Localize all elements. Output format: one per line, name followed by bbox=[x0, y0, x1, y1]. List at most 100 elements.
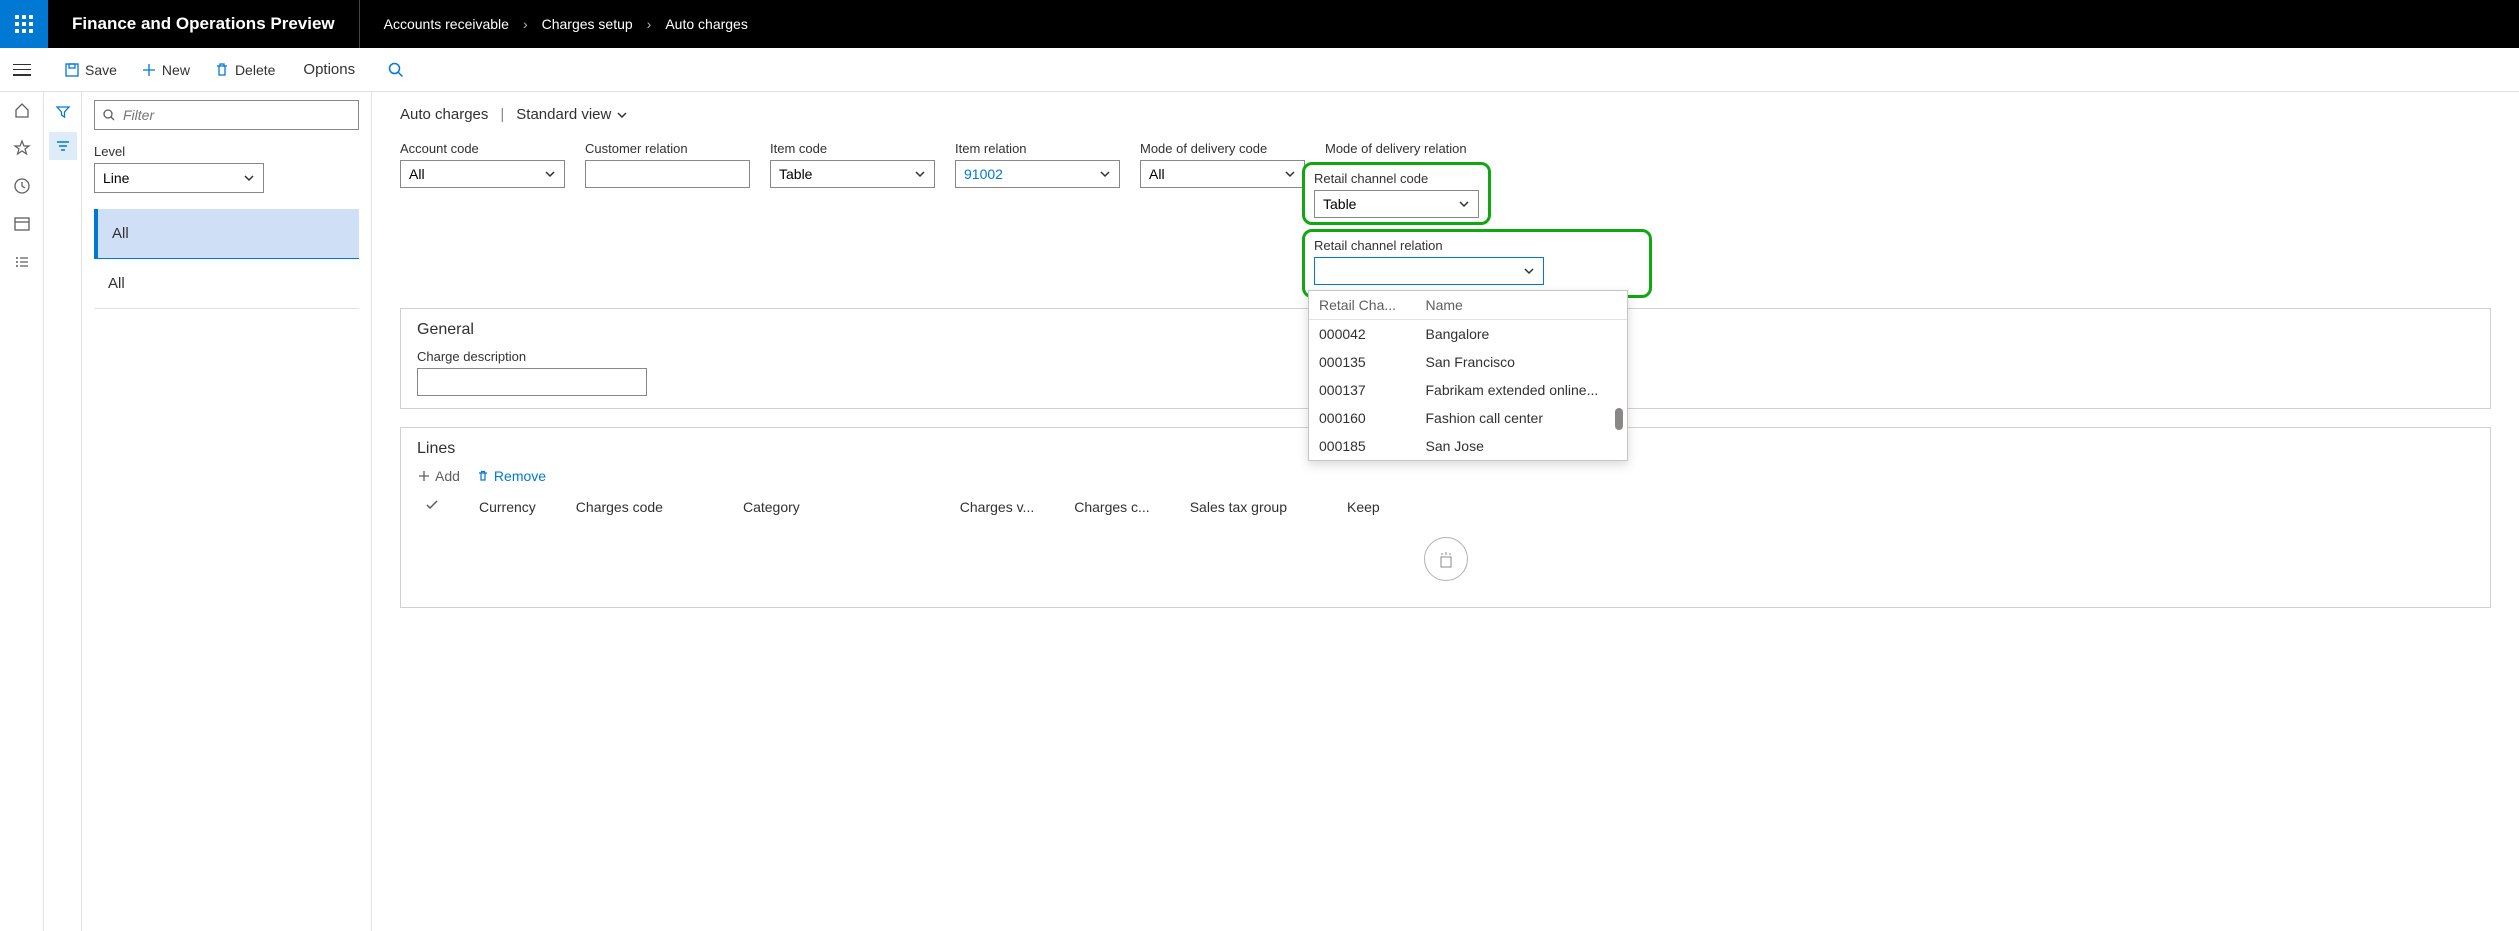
col-charges-c[interactable]: Charges c... bbox=[1074, 499, 1149, 515]
remove-line-button[interactable]: Remove bbox=[476, 468, 546, 484]
search-icon bbox=[387, 61, 405, 79]
customer-relation-label: Customer relation bbox=[585, 141, 750, 156]
app-launcher-button[interactable] bbox=[0, 0, 48, 48]
content-header: Auto charges | Standard view bbox=[400, 106, 2491, 123]
breadcrumb-item[interactable]: Charges setup bbox=[542, 16, 633, 32]
dropdown-cell-code: 000135 bbox=[1309, 348, 1415, 376]
favorites-button[interactable] bbox=[12, 138, 32, 158]
account-code-select[interactable]: All bbox=[400, 160, 565, 188]
main-layout: Level Line All All Auto charges | Standa… bbox=[0, 92, 2519, 931]
filter-input[interactable] bbox=[94, 100, 359, 130]
level-select[interactable]: Line bbox=[94, 163, 264, 193]
add-line-button[interactable]: Add bbox=[417, 468, 460, 484]
lines-grid-header: Currency Charges code Category Charges v… bbox=[417, 494, 2474, 523]
col-category[interactable]: Category bbox=[743, 499, 800, 515]
dropdown-cell-code: 000185 bbox=[1309, 432, 1415, 460]
record-list: All All bbox=[94, 209, 359, 309]
col-sales-tax-group[interactable]: Sales tax group bbox=[1190, 499, 1287, 515]
view-selector[interactable]: Standard view bbox=[516, 106, 628, 123]
retail-channel-dropdown: Retail Cha... Name 000042Bangalore000135… bbox=[1308, 290, 1628, 461]
top-bar: Finance and Operations Preview Accounts … bbox=[0, 0, 2519, 48]
recent-button[interactable] bbox=[12, 176, 32, 196]
dropdown-row[interactable]: 000135San Francisco bbox=[1309, 348, 1627, 376]
workspace-icon bbox=[13, 215, 31, 233]
dropdown-row[interactable]: 000042Bangalore bbox=[1309, 320, 1627, 349]
filter-rail bbox=[44, 92, 82, 931]
empty-icon bbox=[1424, 537, 1468, 581]
list-item[interactable]: All bbox=[94, 259, 359, 309]
breadcrumb-item[interactable]: Accounts receivable bbox=[384, 16, 509, 32]
breadcrumb-item[interactable]: Auto charges bbox=[665, 16, 748, 32]
charge-description-input[interactable] bbox=[417, 368, 647, 396]
account-code-label: Account code bbox=[400, 141, 565, 156]
trash-icon bbox=[214, 62, 230, 78]
trash-icon bbox=[476, 469, 490, 483]
content-pane: Auto charges | Standard view Account cod… bbox=[372, 92, 2519, 931]
customer-relation-input[interactable] bbox=[585, 160, 750, 188]
item-code-label: Item code bbox=[770, 141, 935, 156]
col-currency[interactable]: Currency bbox=[479, 499, 536, 515]
mode-of-delivery-code-select[interactable]: All bbox=[1140, 160, 1305, 188]
filter-list-button[interactable] bbox=[49, 132, 77, 160]
dropdown-cell-name: Bangalore bbox=[1415, 320, 1627, 349]
workspaces-button[interactable] bbox=[12, 214, 32, 234]
action-toolbar: Save New Delete Options bbox=[0, 48, 2519, 92]
col-charges-code[interactable]: Charges code bbox=[576, 499, 663, 515]
save-button[interactable]: Save bbox=[52, 48, 129, 91]
navigation-rail bbox=[0, 92, 44, 931]
dropdown-cell-name: Fashion call center bbox=[1415, 404, 1627, 432]
dropdown-cell-name: San Jose bbox=[1415, 432, 1627, 460]
dropdown-col-code[interactable]: Retail Cha... bbox=[1309, 291, 1415, 320]
dropdown-row[interactable]: 000160Fashion call center bbox=[1309, 404, 1627, 432]
chevron-right-icon: › bbox=[523, 16, 528, 32]
dropdown-cell-code: 000137 bbox=[1309, 376, 1415, 404]
check-icon[interactable] bbox=[425, 498, 439, 515]
list-panel: Level Line All All bbox=[82, 92, 372, 931]
dropdown-cell-name: Fabrikam extended online... bbox=[1415, 376, 1627, 404]
save-icon bbox=[64, 62, 80, 78]
filter-funnel-button[interactable] bbox=[49, 98, 77, 126]
breadcrumb: Accounts receivable › Charges setup › Au… bbox=[360, 16, 772, 32]
plus-icon bbox=[417, 469, 431, 483]
dropdown-row[interactable]: 000185San Jose bbox=[1309, 432, 1627, 460]
dropdown-row[interactable]: 000137Fabrikam extended online... bbox=[1309, 376, 1627, 404]
dropdown-cell-code: 000042 bbox=[1309, 320, 1415, 349]
retail-channel-relation-select[interactable] bbox=[1314, 257, 1544, 285]
search-icon bbox=[102, 108, 116, 122]
retail-channel-relation-highlight: Retail channel relation Retail Cha... Na… bbox=[1302, 229, 1652, 298]
list-icon bbox=[13, 253, 31, 271]
home-icon bbox=[13, 101, 31, 119]
level-label: Level bbox=[94, 144, 359, 159]
brand-title: Finance and Operations Preview bbox=[48, 0, 360, 48]
modules-button[interactable] bbox=[12, 252, 32, 272]
mode-of-delivery-code-label: Mode of delivery code bbox=[1140, 141, 1305, 156]
dropdown-col-name[interactable]: Name bbox=[1415, 291, 1627, 320]
star-icon bbox=[13, 139, 31, 157]
scrollbar-thumb[interactable] bbox=[1615, 408, 1623, 430]
retail-channel-relation-label: Retail channel relation bbox=[1314, 238, 1640, 253]
item-code-select[interactable]: Table bbox=[770, 160, 935, 188]
col-keep[interactable]: Keep bbox=[1347, 499, 1380, 515]
nav-toggle-button[interactable] bbox=[0, 48, 44, 92]
clock-icon bbox=[13, 177, 31, 195]
col-charges-value[interactable]: Charges v... bbox=[960, 499, 1034, 515]
retail-channel-code-highlight: Retail channel code Table bbox=[1302, 162, 1491, 225]
dropdown-cell-code: 000160 bbox=[1309, 404, 1415, 432]
list-lines-icon bbox=[55, 138, 71, 154]
mode-of-delivery-relation-label: Mode of delivery relation bbox=[1325, 141, 1490, 156]
funnel-icon bbox=[55, 104, 71, 120]
chevron-down-icon bbox=[616, 109, 628, 121]
options-button[interactable]: Options bbox=[287, 48, 371, 91]
hamburger-icon bbox=[13, 64, 31, 76]
list-item[interactable]: All bbox=[94, 209, 359, 259]
home-button[interactable] bbox=[12, 100, 32, 120]
delete-button[interactable]: Delete bbox=[202, 48, 287, 91]
dropdown-cell-name: San Francisco bbox=[1415, 348, 1627, 376]
item-relation-select[interactable]: 91002 bbox=[955, 160, 1120, 188]
search-button[interactable] bbox=[371, 48, 421, 91]
retail-channel-code-select[interactable]: Table bbox=[1314, 190, 1479, 218]
waffle-icon bbox=[15, 15, 33, 33]
new-button[interactable]: New bbox=[129, 48, 202, 91]
chevron-right-icon: › bbox=[647, 16, 652, 32]
plus-icon bbox=[141, 62, 157, 78]
